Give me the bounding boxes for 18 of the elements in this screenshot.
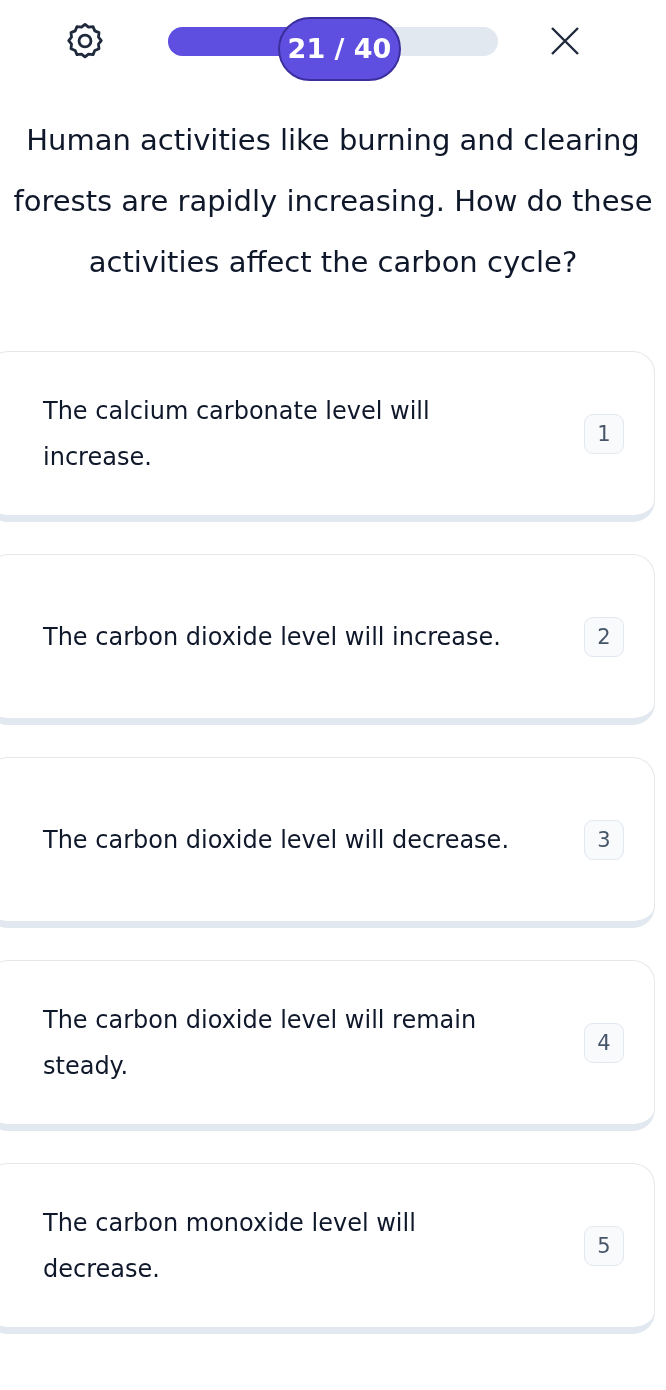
key-hint: 3 xyxy=(584,819,624,860)
option-text: The carbon dioxide level will remain steady. xyxy=(43,1004,478,1082)
key-hint: 2 xyxy=(584,616,624,657)
question-text: Human activities like burning and clearing forests are rapidly increasing. How do these activities affect the carbon cycle? xyxy=(12,122,654,281)
progress-counter: 21 / 40 xyxy=(278,16,401,81)
answer-option[interactable]: The calcium carbonate level will increase. 1 xyxy=(0,351,655,522)
option-text: The carbon monoxide level will decrease. xyxy=(43,1207,417,1285)
option-text: The carbon dioxide level will decrease. xyxy=(43,824,510,856)
answer-option[interactable]: The carbon dioxide level will decrease. 3 xyxy=(0,757,655,928)
key-hint: 5 xyxy=(584,1225,624,1266)
close-icon[interactable] xyxy=(550,26,580,56)
option-text: The carbon dioxide level will increase. xyxy=(43,621,502,653)
answer-option[interactable]: The carbon monoxide level will decrease. 5 xyxy=(0,1163,655,1334)
key-hint: 1 xyxy=(584,413,624,454)
answer-option[interactable]: The carbon dioxide level will remain steady. 4 xyxy=(0,960,655,1131)
option-text: The calcium carbonate level will increase. xyxy=(43,395,431,473)
answer-option[interactable]: The carbon dioxide level will increase. 2 xyxy=(0,554,655,725)
key-hint: 4 xyxy=(584,1022,624,1063)
